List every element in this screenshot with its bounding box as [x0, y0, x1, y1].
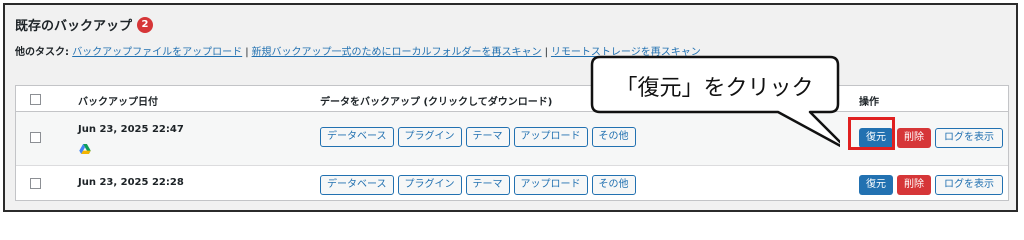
table-header-row: バックアップ日付 データをバックアップ (クリックしてダウンロード) 操作: [16, 86, 1008, 112]
delete-button[interactable]: 削除: [897, 175, 931, 195]
backup-date: Jun 23, 2025 22:28: [78, 177, 184, 188]
section-title: 既存のバックアップ: [15, 19, 133, 34]
download-buttons: データベース プラグイン テーマ アップロード その他: [320, 127, 636, 147]
upload-backup-files-link[interactable]: バックアップファイルをアップロード: [72, 47, 242, 58]
download-buttons: データベース プラグイン テーマ アップロード その他: [320, 175, 636, 195]
column-header-date[interactable]: バックアップ日付: [78, 93, 158, 108]
select-all-checkbox[interactable]: [30, 94, 41, 105]
other-tasks-label: 他のタスク:: [15, 47, 69, 58]
column-header-actions: 操作: [859, 97, 879, 108]
download-themes-button[interactable]: テーマ: [465, 175, 510, 195]
backup-count-badge: 2: [137, 16, 154, 33]
delete-button[interactable]: 削除: [897, 128, 931, 148]
section-heading: 既存のバックアップ 2: [15, 15, 154, 34]
download-others-button[interactable]: その他: [591, 175, 636, 195]
column-header-download: データをバックアップ (クリックしてダウンロード): [320, 97, 553, 108]
row-checkbox[interactable]: [30, 132, 41, 143]
table-row: Jun 23, 2025 22:28 データベース プラグイン テーマ アップロ…: [16, 166, 1008, 202]
download-database-button[interactable]: データベース: [320, 175, 394, 195]
restore-button[interactable]: 復元: [859, 175, 893, 195]
download-database-button[interactable]: データベース: [320, 127, 394, 147]
download-plugins-button[interactable]: プラグイン: [397, 127, 462, 147]
google-drive-icon: [79, 144, 91, 154]
bottom-tab: [215, 211, 281, 212]
download-uploads-button[interactable]: アップロード: [513, 127, 588, 147]
row-actions: 復元 削除 ログを表示: [859, 175, 1003, 195]
view-log-button[interactable]: ログを表示: [935, 128, 1003, 148]
restore-highlight-box: [848, 117, 895, 150]
row-checkbox[interactable]: [30, 178, 41, 189]
download-uploads-button[interactable]: アップロード: [513, 175, 588, 195]
callout-text: 「復元」をクリック: [615, 76, 814, 101]
backup-panel: 既存のバックアップ 2 他のタスク: バックアップファイルをアップロード | 新規バ…: [3, 3, 1018, 212]
view-log-button[interactable]: ログを表示: [935, 175, 1003, 195]
download-plugins-button[interactable]: プラグイン: [397, 175, 462, 195]
rescan-local-folder-link[interactable]: 新規バックアップ一式のためにローカルフォルダーを再スキャン: [252, 47, 542, 58]
backup-date: Jun 23, 2025 22:47: [78, 124, 184, 135]
download-themes-button[interactable]: テーマ: [465, 127, 510, 147]
